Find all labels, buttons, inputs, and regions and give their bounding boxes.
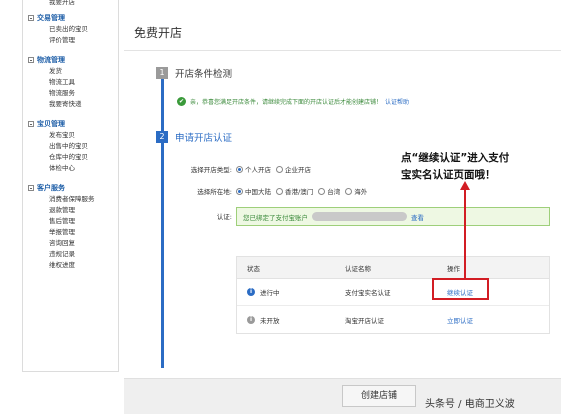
redacted-account — [312, 212, 407, 221]
auth-now-link[interactable]: 立即认证 — [447, 317, 473, 325]
table-row: i 进行中 支付宝实名认证 继续认证 — [237, 279, 549, 306]
radio-icon[interactable] — [318, 187, 326, 195]
auth-table: 状态 认证名称 操作 i 进行中 支付宝实名认证 继续认证 i 未开放 淘宝开店认证… — [236, 256, 550, 334]
radio-taiwan[interactable]: 台湾 — [318, 186, 340, 196]
shop-type-label: 选择开店类型: — [190, 166, 232, 174]
radio-icon[interactable] — [345, 187, 353, 195]
sidebar-item[interactable]: 消费者保障服务 — [23, 194, 118, 205]
auth-label: 认证: — [216, 213, 232, 221]
collapse-icon[interactable] — [28, 57, 34, 63]
header-action: 操作 — [447, 264, 460, 273]
row-auth-name: 支付宝实名认证 — [345, 289, 391, 297]
sidebar-item[interactable]: 物流工具 — [23, 77, 118, 88]
sidebar-item-open-shop[interactable]: 我要开店 — [23, 0, 118, 8]
sidebar-group-head[interactable]: 交易管理 — [23, 12, 118, 24]
table-header: 状态 认证名称 操作 — [237, 257, 549, 279]
radio-overseas[interactable]: 海外 — [345, 186, 367, 196]
watermark: 头条号 / 电商卫义波 — [425, 399, 515, 410]
condition-check-message: ✔ 亲，恭喜您满足开店条件，请继续完成下面的开店认证后才能创建店铺！ 认证帮助 — [177, 97, 409, 106]
step-timeline — [161, 72, 164, 368]
check-icon: ✔ — [177, 97, 186, 106]
radio-enterprise-shop[interactable]: 企业开店 — [276, 164, 311, 174]
row-status: 未开放 — [260, 316, 280, 325]
step-number-2: 2 — [156, 131, 168, 143]
info-icon: i — [247, 288, 255, 296]
sidebar-item[interactable]: 举报管理 — [23, 227, 118, 238]
row-auth-name: 淘宝开店认证 — [345, 316, 384, 325]
view-alipay-link[interactable]: 查看 — [411, 212, 424, 222]
radio-icon[interactable] — [276, 165, 283, 173]
collapse-icon[interactable] — [28, 121, 34, 127]
auth-help-link[interactable]: 认证帮助 — [385, 97, 409, 106]
sidebar-group-head[interactable]: 客户服务 — [23, 182, 118, 194]
sidebar-item[interactable]: 售后管理 — [23, 216, 118, 227]
divider — [124, 50, 561, 51]
header-name: 认证名称 — [345, 264, 371, 273]
check-text: 亲，恭喜您满足开店条件，请继续完成下面的开店认证后才能创建店铺！ — [190, 99, 383, 106]
sidebar-group-customer-service: 客户服务 消费者保障服务 退款管理 售后管理 举报管理 咨询回复 违规记录 维权… — [23, 182, 118, 271]
sidebar-group-goods: 宝贝管理 发布宝贝 出售中的宝贝 仓库中的宝贝 体检中心 — [23, 118, 118, 174]
radio-hk-macau[interactable]: 香港/澳门 — [276, 186, 313, 196]
step1-title: 开店条件检测 — [175, 69, 233, 80]
sidebar-item[interactable]: 仓库中的宝贝 — [23, 152, 118, 163]
alipay-text: 您已绑定了支付宝账户 — [243, 213, 308, 222]
shop-type-radio-group: 个人开店 企业开店 — [236, 164, 316, 174]
highlight-box — [432, 278, 489, 300]
collapse-icon[interactable] — [28, 15, 34, 21]
radio-selected-icon[interactable] — [236, 187, 243, 195]
radio-mainland[interactable]: 中国大陆 — [236, 186, 271, 196]
sidebar-item[interactable]: 我要寄快递 — [23, 99, 118, 110]
row-status: 进行中 — [260, 289, 280, 297]
radio-icon[interactable] — [276, 187, 283, 195]
sidebar-item[interactable]: 维权进度 — [23, 260, 118, 271]
step-number-1: 1 — [156, 67, 168, 79]
sidebar-item[interactable]: 发布宝贝 — [23, 130, 118, 141]
sidebar-item[interactable]: 出售中的宝贝 — [23, 141, 118, 152]
sidebar-item[interactable]: 违规记录 — [23, 249, 118, 260]
step2-title: 申请开店认证 — [175, 133, 233, 144]
collapse-icon[interactable] — [28, 185, 34, 191]
sidebar-group-logistics: 物流管理 发货 物流工具 物流服务 我要寄快递 — [23, 54, 118, 110]
table-row: i 未开放 淘宝开店认证 立即认证 — [237, 306, 549, 333]
sidebar-item[interactable]: 咨询回复 — [23, 238, 118, 249]
location-radio-group: 中国大陆 香港/澳门 台湾 海外 — [236, 186, 372, 196]
sidebar-item[interactable]: 已卖出的宝贝 — [23, 24, 118, 35]
annotation-text: 点“继续认证”进入支付 宝实名认证页面哦！ — [401, 152, 510, 181]
header-status: 状态 — [247, 264, 260, 273]
info-icon: i — [247, 315, 255, 324]
sidebar-item[interactable]: 物流服务 — [23, 88, 118, 99]
sidebar-group-trade: 交易管理 已卖出的宝贝 评价管理 — [23, 12, 118, 46]
left-sidebar: 我要开店 交易管理 已卖出的宝贝 评价管理 物流管理 发货 物流工具 物流服务 … — [22, 0, 119, 372]
create-shop-button[interactable]: 创建店铺 — [342, 385, 416, 407]
sidebar-item[interactable]: 退款管理 — [23, 205, 118, 216]
sidebar-group-head[interactable]: 物流管理 — [23, 54, 118, 66]
sidebar-item[interactable]: 体检中心 — [23, 163, 118, 174]
radio-personal-shop[interactable]: 个人开店 — [236, 164, 271, 174]
sidebar-item[interactable]: 评价管理 — [23, 35, 118, 46]
alipay-bound-notice: 您已绑定了支付宝账户 查看 — [236, 207, 550, 226]
sidebar-item[interactable]: 发货 — [23, 66, 118, 77]
annotation-arrow — [464, 188, 466, 278]
page-title: 免费开店 — [134, 26, 183, 40]
sidebar-group-head[interactable]: 宝贝管理 — [23, 118, 118, 130]
main-content: 免费开店 1 开店条件检测 ✔ 亲，恭喜您满足开店条件，请继续完成下面的开店认证… — [124, 0, 565, 414]
radio-selected-icon[interactable] — [236, 165, 243, 173]
location-label: 选择所在地: — [197, 188, 232, 196]
